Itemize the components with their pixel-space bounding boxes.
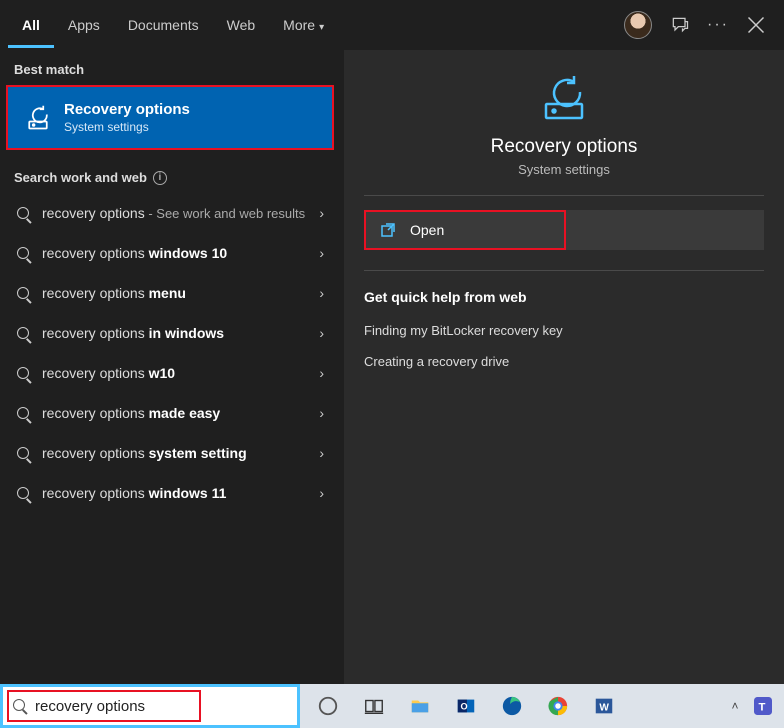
search-icon bbox=[14, 367, 32, 379]
search-icon bbox=[14, 247, 32, 259]
chevron-right-icon: › bbox=[319, 205, 330, 221]
results-panel: Best match Recovery options System setti… bbox=[0, 50, 344, 684]
tab-more[interactable]: More▾ bbox=[269, 3, 338, 48]
search-web-label: Search work and web i bbox=[0, 158, 344, 193]
teams-tray-icon[interactable]: T bbox=[754, 697, 772, 715]
suggestion-text: recovery options system setting bbox=[32, 444, 319, 463]
bottom-bar: O W ˄ T bbox=[0, 684, 784, 728]
suggestion-text: recovery options w10 bbox=[32, 364, 319, 383]
chevron-up-icon[interactable]: ˄ bbox=[726, 697, 744, 715]
quick-link-bitlocker[interactable]: Finding my BitLocker recovery key bbox=[344, 315, 784, 346]
task-view-icon[interactable] bbox=[352, 686, 396, 726]
tab-web[interactable]: Web bbox=[213, 3, 270, 48]
best-match-title: Recovery options bbox=[64, 101, 190, 118]
open-action[interactable]: Open bbox=[344, 210, 784, 250]
preview-subtitle: System settings bbox=[518, 162, 610, 177]
svg-text:T: T bbox=[759, 702, 766, 714]
svg-text:O: O bbox=[461, 702, 468, 712]
suggestion-text: recovery options made easy bbox=[32, 404, 319, 423]
taskbar: O W ˄ T bbox=[300, 684, 784, 728]
best-match-label: Best match bbox=[0, 50, 344, 85]
tab-all[interactable]: All bbox=[8, 3, 54, 48]
suggestion-item[interactable]: recovery options - See work and web resu… bbox=[0, 193, 344, 233]
search-icon bbox=[3, 698, 35, 715]
info-icon[interactable]: i bbox=[153, 171, 167, 185]
cortana-icon[interactable] bbox=[306, 686, 350, 726]
header-actions: ··· bbox=[624, 11, 776, 39]
best-match-item[interactable]: Recovery options System settings bbox=[6, 85, 334, 150]
close-icon[interactable] bbox=[746, 15, 766, 35]
suggestion-item[interactable]: recovery options windows 11› bbox=[0, 473, 344, 513]
more-options-icon[interactable]: ··· bbox=[708, 15, 728, 35]
search-icon bbox=[14, 287, 32, 299]
outlook-icon[interactable]: O bbox=[444, 686, 488, 726]
user-avatar[interactable] bbox=[624, 11, 652, 39]
suggestion-text: recovery options in windows bbox=[32, 324, 319, 343]
word-icon[interactable]: W bbox=[582, 686, 626, 726]
search-icon bbox=[14, 487, 32, 499]
search-icon bbox=[14, 327, 32, 339]
preview-panel: Recovery options System settings Open Ge… bbox=[344, 50, 784, 684]
recovery-icon bbox=[24, 104, 52, 132]
edge-icon[interactable] bbox=[490, 686, 534, 726]
chevron-right-icon: › bbox=[319, 285, 330, 301]
chevron-right-icon: › bbox=[319, 405, 330, 421]
suggestion-text: recovery options - See work and web resu… bbox=[32, 204, 319, 223]
quick-link-recovery-drive[interactable]: Creating a recovery drive bbox=[344, 346, 784, 377]
header-bar: All Apps Documents Web More▾ ··· bbox=[0, 0, 784, 50]
suggestion-text: recovery options windows 10 bbox=[32, 244, 319, 263]
search-input[interactable] bbox=[35, 698, 297, 715]
chevron-right-icon: › bbox=[319, 245, 330, 261]
suggestion-item[interactable]: recovery options in windows› bbox=[0, 313, 344, 353]
quick-help-heading: Get quick help from web bbox=[344, 271, 784, 315]
chevron-right-icon: › bbox=[319, 445, 330, 461]
search-icon bbox=[14, 407, 32, 419]
suggestion-item[interactable]: recovery options w10› bbox=[0, 353, 344, 393]
explorer-icon[interactable] bbox=[398, 686, 442, 726]
system-tray[interactable]: ˄ T bbox=[726, 697, 778, 715]
chevron-right-icon: › bbox=[319, 485, 330, 501]
recovery-large-icon bbox=[534, 74, 594, 122]
suggestion-item[interactable]: recovery options windows 10› bbox=[0, 233, 344, 273]
chevron-right-icon: › bbox=[319, 325, 330, 341]
open-label: Open bbox=[410, 222, 444, 238]
open-icon bbox=[380, 222, 396, 238]
feedback-icon[interactable] bbox=[670, 15, 690, 35]
search-icon bbox=[14, 207, 32, 219]
search-box[interactable] bbox=[0, 684, 300, 728]
suggestion-item[interactable]: recovery options made easy› bbox=[0, 393, 344, 433]
suggestion-text: recovery options windows 11 bbox=[32, 484, 319, 503]
preview-title: Recovery options bbox=[491, 136, 638, 158]
tab-documents[interactable]: Documents bbox=[114, 3, 213, 48]
search-icon bbox=[14, 447, 32, 459]
suggestion-item[interactable]: recovery options menu› bbox=[0, 273, 344, 313]
best-match-subtitle: System settings bbox=[64, 120, 190, 134]
svg-text:W: W bbox=[599, 703, 609, 714]
tab-apps[interactable]: Apps bbox=[54, 3, 114, 48]
suggestion-item[interactable]: recovery options system setting› bbox=[0, 433, 344, 473]
chrome-icon[interactable] bbox=[536, 686, 580, 726]
chevron-right-icon: › bbox=[319, 365, 330, 381]
filter-tabs: All Apps Documents Web More▾ bbox=[8, 3, 338, 48]
suggestion-text: recovery options menu bbox=[32, 284, 319, 303]
